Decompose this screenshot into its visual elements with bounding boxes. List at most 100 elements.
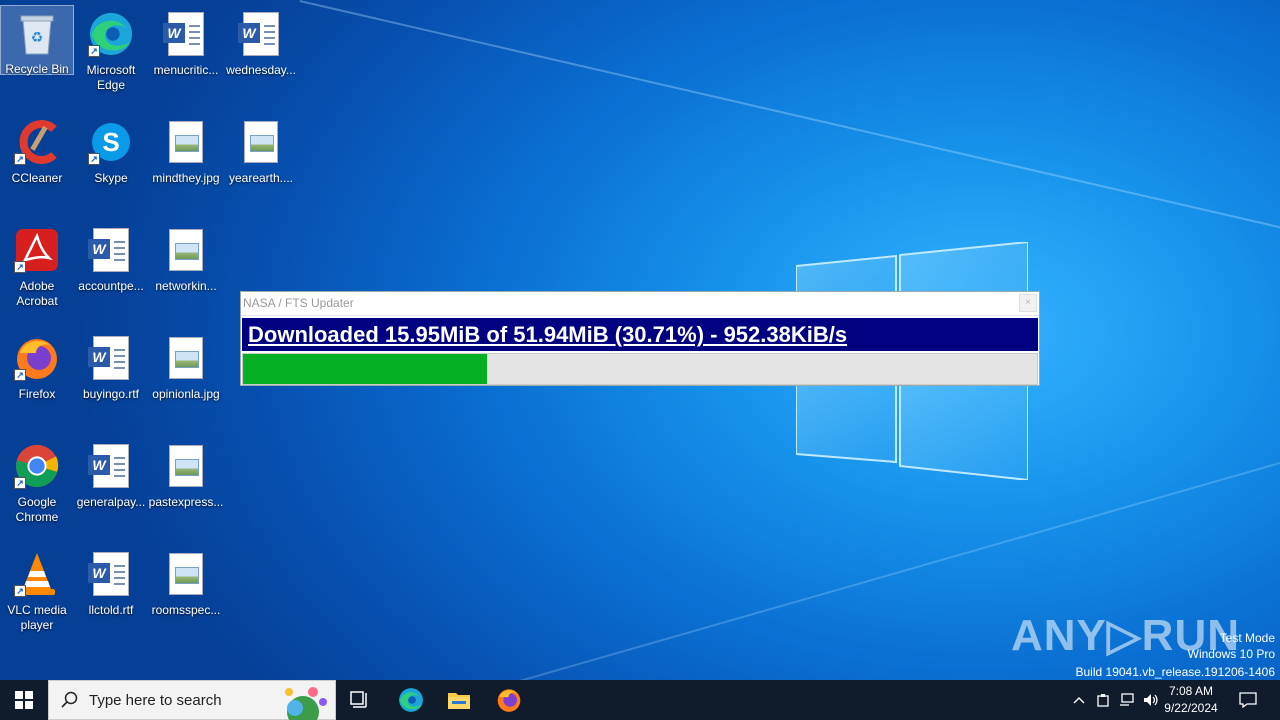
desktop-icon-ccleaner[interactable]: ↗ CCleaner: [0, 113, 74, 186]
desktop-icon-label: VLC media player: [7, 603, 67, 632]
edge-icon: ↗: [88, 11, 134, 57]
desktop-icon-label: generalpay...: [76, 495, 146, 509]
desktop-icon-file[interactable]: W llctold.rtf: [74, 545, 148, 618]
start-button[interactable]: [0, 680, 48, 720]
word-document-icon: W: [238, 11, 284, 57]
tray-device-button[interactable]: [1092, 680, 1114, 720]
shortcut-arrow-icon: ↗: [14, 153, 26, 165]
recycle-bin-icon: ♻: [14, 12, 60, 56]
desktop-icon-file[interactable]: W generalpay...: [74, 437, 148, 510]
word-document-icon: W: [88, 335, 134, 381]
desktop-icon-vlc[interactable]: ↗ VLC media player: [0, 545, 74, 633]
desktop-icon-label: Adobe Acrobat: [16, 279, 58, 308]
word-document-icon: W: [88, 443, 134, 489]
word-document-icon: W: [163, 11, 209, 57]
shortcut-arrow-icon: ↗: [14, 585, 26, 597]
notifications-button[interactable]: [1230, 680, 1266, 720]
svg-text:♻: ♻: [31, 30, 44, 46]
desktop-icon-label: Recycle Bin: [5, 62, 69, 76]
search-icon: [61, 691, 78, 708]
firefox-icon: ↗: [14, 335, 60, 381]
wallpaper-beam: [299, 0, 1280, 250]
acrobat-icon: ↗: [14, 227, 60, 273]
task-view-button[interactable]: [340, 680, 380, 720]
clock-date: 9/22/2024: [1164, 701, 1218, 715]
word-document-icon: W: [88, 227, 134, 273]
desktop-icon-label: networkin...: [155, 279, 217, 293]
svg-text:S: S: [102, 127, 119, 157]
desktop-icon-file[interactable]: roomsspec...: [149, 545, 223, 618]
shortcut-arrow-icon: ↗: [14, 261, 26, 273]
show-hidden-icons-button[interactable]: [1068, 680, 1090, 720]
desktop-icon-edge[interactable]: ↗ Microsoft Edge: [74, 5, 148, 93]
desktop-icon-file[interactable]: W menucritic...: [149, 5, 223, 78]
shortcut-arrow-icon: ↗: [88, 45, 100, 57]
desktop-icon-label: Skype: [94, 171, 128, 185]
desktop-icon-recycle-bin[interactable]: ♻ Recycle Bin: [0, 5, 74, 76]
desktop-icon-file[interactable]: W accountpe...: [74, 221, 148, 294]
desktop-icon-label: buyingo.rtf: [82, 387, 140, 401]
ccleaner-icon: ↗: [14, 119, 60, 165]
desktop-icon-file[interactable]: yearearth....: [224, 113, 298, 186]
desktop-icon-label: accountpe...: [78, 279, 144, 293]
desktop-icon-label: menucritic...: [153, 63, 219, 77]
window-title-bar[interactable]: NASA / FTS Updater ×: [241, 292, 1039, 316]
desktop-icon-file[interactable]: mindthey.jpg: [149, 113, 223, 186]
desktop-icon-file[interactable]: pastexpress...: [149, 437, 223, 510]
desktop-icon-label: Firefox: [18, 387, 56, 401]
image-file-icon: [163, 551, 209, 597]
taskbar-firefox[interactable]: [488, 680, 530, 720]
taskbar-edge[interactable]: [390, 680, 432, 720]
task-view-icon: [350, 691, 367, 708]
desktop-icon-adobe-acrobat[interactable]: ↗ Adobe Acrobat: [0, 221, 74, 309]
shortcut-arrow-icon: ↗: [14, 369, 26, 381]
desktop-icon-file[interactable]: networkin...: [149, 221, 223, 294]
chevron-up-icon: [1073, 697, 1085, 704]
image-file-icon: [163, 335, 209, 381]
desktop-icon-firefox[interactable]: ↗ Firefox: [0, 329, 74, 402]
edge-icon: [399, 688, 423, 712]
search-highlight-icon: [285, 687, 327, 720]
tray-volume-button[interactable]: [1140, 680, 1162, 720]
chrome-icon: ↗: [14, 443, 60, 489]
desktop-icon-label: CCleaner: [11, 171, 63, 185]
progress-fill: [243, 354, 487, 384]
desktop-icon-skype[interactable]: S ↗ Skype: [74, 113, 148, 186]
image-file-icon: [238, 119, 284, 165]
desktop-icon-file[interactable]: opinionla.jpg: [149, 329, 223, 402]
close-button[interactable]: ×: [1019, 294, 1037, 312]
desktop-icon-label: wednesday...: [226, 63, 296, 77]
window-title: NASA / FTS Updater: [243, 296, 354, 310]
word-document-icon: W: [88, 551, 134, 597]
image-file-icon: [163, 443, 209, 489]
desktop-icon-google-chrome[interactable]: ↗ Google Chrome: [0, 437, 74, 525]
tray-network-button[interactable]: [1116, 680, 1138, 720]
volume-icon: [1144, 694, 1158, 706]
shortcut-arrow-icon: ↗: [14, 477, 26, 489]
desktop-icon-file[interactable]: W buyingo.rtf: [74, 329, 148, 402]
desktop-icon-label: mindthey.jpg: [152, 171, 220, 185]
windows-edition-label: Windows 10 Pro: [1187, 647, 1275, 661]
clock-time: 7:08 AM: [1168, 684, 1214, 698]
desktop-icon-label: roomsspec...: [151, 603, 221, 617]
build-label: Build 19041.vb_release.191206-1406: [1075, 665, 1276, 679]
desktop-icon-file[interactable]: W wednesday...: [224, 5, 298, 78]
skype-icon: S ↗: [88, 119, 134, 165]
desktop-icon-label: pastexpress...: [148, 495, 224, 509]
shortcut-arrow-icon: ↗: [88, 153, 100, 165]
taskbar: Type here to search 7:08 AM 9/22/2024: [0, 680, 1280, 720]
taskbar-search-box[interactable]: Type here to search: [48, 680, 336, 720]
updater-window[interactable]: NASA / FTS Updater × Downloaded 15.95MiB…: [240, 291, 1040, 386]
test-mode-label: Test Mode: [1219, 631, 1275, 645]
search-placeholder: Type here to search: [89, 691, 222, 709]
desktop-icon-label: yearearth....: [228, 171, 294, 185]
action-center-icon: [1239, 692, 1257, 708]
image-file-icon: [163, 119, 209, 165]
taskbar-file-explorer[interactable]: [438, 680, 480, 720]
file-explorer-icon: [448, 693, 470, 709]
network-icon: [1120, 693, 1134, 706]
desktop-icon-label: Google Chrome: [15, 495, 59, 524]
firefox-icon: [497, 689, 521, 712]
desktop-icon-label: opinionla.jpg: [152, 387, 220, 401]
taskbar-clock[interactable]: 7:08 AM 9/22/2024: [1160, 683, 1222, 717]
